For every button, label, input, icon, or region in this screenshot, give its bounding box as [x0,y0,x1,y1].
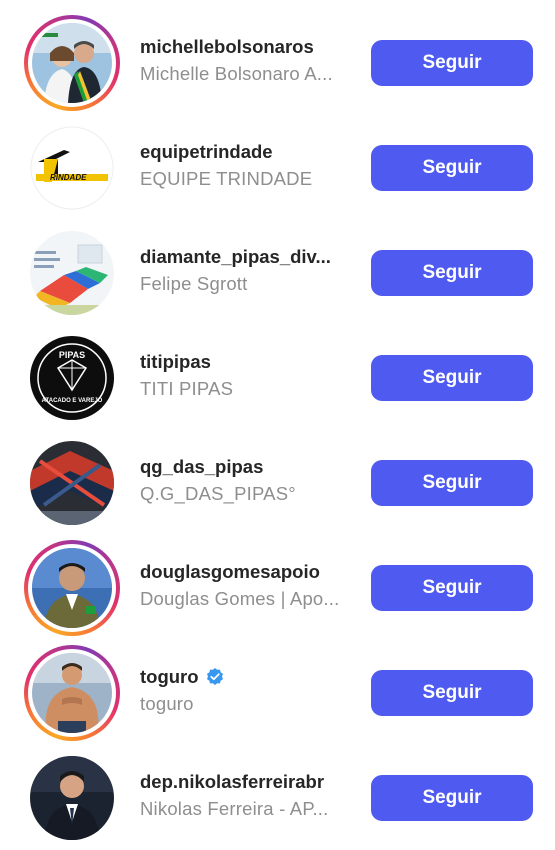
avatar [30,756,114,840]
full-name: toguro [140,693,194,714]
account-row[interactable]: RINDADE equipetrindade EQUIPE TRINDADE S… [0,120,555,220]
follow-button[interactable]: Seguir [371,355,533,401]
full-name: Nikolas Ferreira - AP... [140,798,329,819]
avatar [32,548,112,628]
username[interactable]: titipipas [140,350,360,374]
username[interactable]: equipetrindade [140,140,360,164]
avatar-frame[interactable] [24,435,120,531]
username[interactable]: douglasgomesapoio [140,560,360,584]
username[interactable]: michellebolsonaros [140,35,360,59]
account-row[interactable]: diamante_pipas_div... Felipe Sgrott Segu… [0,225,555,325]
full-name: TITI PIPAS [140,378,234,399]
full-name: EQUIPE TRINDADE [140,168,313,189]
avatar: PIPAS ATACADO E VAREJO [30,336,114,420]
avatar [30,231,114,315]
story-ring[interactable] [24,645,120,741]
avatar-frame[interactable] [24,225,120,321]
follow-button[interactable]: Seguir [371,670,533,716]
avatar: RINDADE [30,126,114,210]
username[interactable]: dep.nikolasferreirabr [140,770,360,794]
avatar [32,653,112,733]
full-name: Michelle Bolsonaro A... [140,63,333,84]
follow-button[interactable]: Seguir [371,775,533,821]
account-row[interactable]: PIPAS ATACADO E VAREJO titipipas TITI PI… [0,330,555,430]
account-row[interactable]: dep.nikolasferreirabr Nikolas Ferreira -… [0,750,555,850]
follow-button[interactable]: Seguir [371,145,533,191]
account-row[interactable]: michellebolsonaros Michelle Bolsonaro A.… [0,15,555,115]
story-ring[interactable] [24,15,120,111]
full-name: Douglas Gomes | Apo... [140,588,340,609]
account-row[interactable]: douglasgomesapoio Douglas Gomes | Apo...… [0,540,555,640]
avatar-frame[interactable]: PIPAS ATACADO E VAREJO [24,330,120,426]
avatar [30,441,114,525]
avatar-frame[interactable] [24,750,120,846]
follow-button[interactable]: Seguir [371,250,533,296]
avatar [32,23,112,103]
avatar-logo-subtext: ATACADO E VAREJO [42,398,103,404]
avatar-frame[interactable]: RINDADE [24,120,120,216]
avatar-logo-text: PIPAS [59,350,85,360]
story-ring[interactable] [24,540,120,636]
follow-button[interactable]: Seguir [371,40,533,86]
username[interactable]: toguro [140,665,360,689]
verified-badge-icon [206,668,223,685]
follow-button[interactable]: Seguir [371,565,533,611]
full-name: Felipe Sgrott [140,273,248,294]
follow-button[interactable]: Seguir [371,460,533,506]
avatar-logo-text: RINDADE [50,173,87,182]
username[interactable]: qg_das_pipas [140,455,360,479]
username[interactable]: diamante_pipas_div... [140,245,360,269]
account-row[interactable]: toguro toguro Seguir [0,645,555,745]
account-row[interactable]: qg_das_pipas Q.G_DAS_PIPAS° Seguir [0,435,555,535]
full-name: Q.G_DAS_PIPAS° [140,483,296,504]
